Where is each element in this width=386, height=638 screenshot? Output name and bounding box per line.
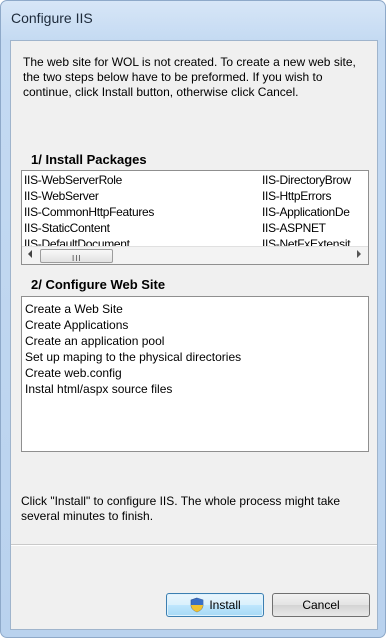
list-item[interactable]: Instal html/aspx source files	[25, 381, 172, 397]
list-item[interactable]: Create an application pool	[25, 333, 164, 349]
scrollbar-grip: III	[72, 254, 82, 263]
list-item[interactable]: Create web.config	[25, 365, 122, 381]
scrollbar-thumb[interactable]: III	[40, 249, 113, 263]
intro-text: The web site for WOL is not created. To …	[23, 55, 356, 99]
list-item[interactable]: Create a Web Site	[25, 301, 123, 317]
window-title: Configure IIS	[11, 10, 93, 26]
packages-list[interactable]: IIS-WebServerRole IIS-WebServer IIS-Comm…	[21, 170, 369, 265]
packages-column-2: IIS-DirectoryBrow IIS-HttpErrors IIS-App…	[262, 172, 351, 252]
install-button[interactable]: Install	[166, 593, 264, 617]
scroll-right-arrow-icon[interactable]	[357, 250, 361, 258]
list-item[interactable]: IIS-HttpErrors	[262, 188, 351, 204]
cancel-button[interactable]: Cancel	[272, 593, 370, 617]
footer-divider	[11, 544, 377, 546]
uac-shield-icon	[191, 597, 204, 613]
list-item[interactable]: IIS-WebServerRole	[24, 172, 154, 188]
list-item[interactable]: Set up maping to the physical directorie…	[25, 349, 241, 365]
list-item[interactable]: IIS-CommonHttpFeatures	[24, 204, 154, 220]
scroll-left-arrow-icon[interactable]	[28, 250, 32, 258]
configure-site-heading: 2/ Configure Web Site	[31, 277, 166, 292]
list-item[interactable]: IIS-WebServer	[24, 188, 154, 204]
title-bar[interactable]: Configure IIS	[1, 1, 385, 35]
install-packages-heading: 1/ Install Packages	[31, 152, 147, 167]
configure-steps-list[interactable]: Create a Web Site Create Applications Cr…	[21, 296, 369, 452]
install-button-label: Install	[209, 598, 241, 612]
list-item[interactable]: IIS-DirectoryBrow	[262, 172, 351, 188]
footer-note: Click "Install" to configure IIS. The wh…	[21, 494, 341, 523]
dialog-body: The web site for WOL is not created. To …	[10, 40, 378, 630]
list-item[interactable]: IIS-StaticContent	[24, 220, 154, 236]
packages-column-1: IIS-WebServerRole IIS-WebServer IIS-Comm…	[24, 172, 154, 252]
horizontal-scrollbar[interactable]: III	[22, 246, 368, 264]
list-item[interactable]: IIS-ASPNET	[262, 220, 351, 236]
list-item[interactable]: IIS-ApplicationDe	[262, 204, 351, 220]
list-item[interactable]: Create Applications	[25, 317, 128, 333]
configure-iis-dialog: Configure IIS The web site for WOL is no…	[0, 0, 386, 638]
cancel-button-label: Cancel	[302, 598, 340, 612]
